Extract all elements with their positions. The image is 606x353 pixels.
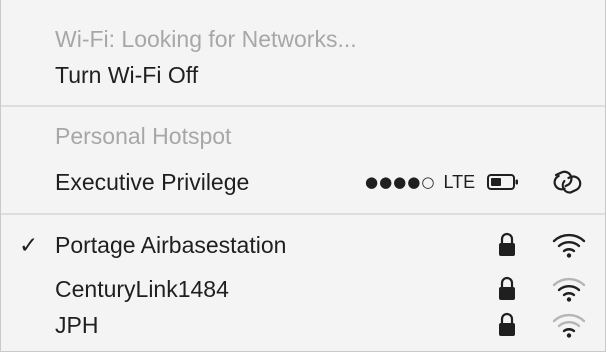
network-name: Portage Airbasestation: [55, 232, 287, 258]
network-name: JPH: [55, 312, 99, 338]
wifi-signal-icon: [552, 313, 586, 338]
lock-icon: [499, 232, 515, 256]
turn-wifi-off-item[interactable]: Turn Wi-Fi Off: [1, 56, 605, 94]
network-type-label: LTE: [443, 171, 476, 192]
hotspot-header-label: Personal Hotspot: [55, 123, 232, 149]
network-item[interactable]: CenturyLink1484: [1, 270, 605, 308]
checkmark-icon: ✓: [19, 232, 39, 258]
turn-wifi-off-label: Turn Wi-Fi Off: [55, 62, 199, 88]
wifi-status-label: Wi-Fi: Looking for Networks...: [55, 26, 357, 52]
network-item[interactable]: JPH: [1, 306, 605, 344]
hotspot-header-row: Personal Hotspot: [1, 117, 605, 155]
hotspot-device-item[interactable]: Executive Privilege ●●●●○ LTE: [1, 163, 605, 201]
wifi-menu: Wi-Fi: Looking for Networks... Turn Wi-F…: [0, 0, 606, 352]
network-name: CenturyLink1484: [55, 276, 229, 302]
wifi-status-row: Wi-Fi: Looking for Networks...: [1, 20, 605, 58]
link-icon: [553, 170, 582, 194]
separator: [1, 213, 605, 215]
hotspot-device-name: Executive Privilege: [55, 169, 250, 195]
wifi-signal-icon: [552, 277, 586, 302]
lock-icon: [499, 312, 515, 336]
cellular-signal-dots: ●●●●○: [365, 173, 436, 191]
hotspot-status: ●●●●○ LTE: [365, 163, 519, 201]
wifi-signal-icon: [552, 233, 586, 258]
battery-icon: [487, 174, 519, 190]
lock-icon: [499, 276, 515, 300]
separator: [1, 105, 605, 107]
network-item[interactable]: ✓ Portage Airbasestation: [1, 226, 605, 264]
